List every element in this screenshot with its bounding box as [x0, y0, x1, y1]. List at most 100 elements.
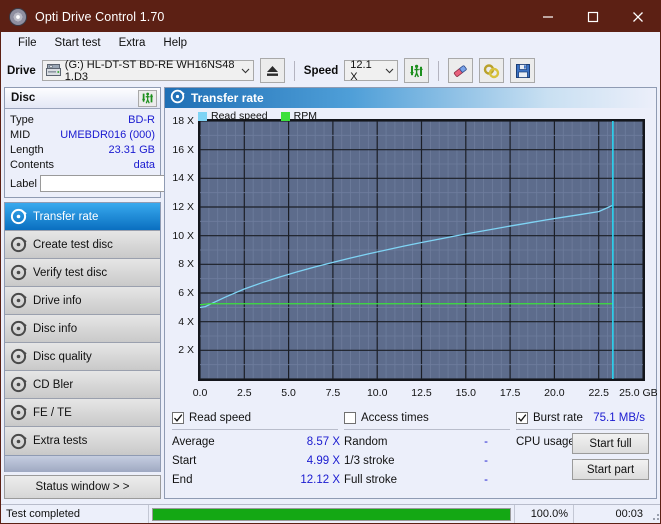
disc-icon: [10, 348, 27, 365]
sidebar-item-drive-info[interactable]: Drive info: [5, 287, 160, 315]
title-bar: Opti Drive Control 1.70: [1, 1, 660, 32]
sidebar-item-label: Transfer rate: [33, 211, 98, 223]
x-tick-label: 2.5: [237, 387, 252, 399]
disc-row-value: BD-R: [128, 114, 155, 126]
elapsed-time: 00:03: [574, 505, 648, 524]
x-tick-label: 12.5: [411, 387, 431, 399]
sidebar-item-fe-te[interactable]: FE / TE: [5, 399, 160, 427]
access-times-checkbox-row[interactable]: Access times: [344, 410, 516, 426]
stat-value: -: [484, 436, 516, 448]
save-button[interactable]: [510, 58, 535, 83]
access-times-checkbox[interactable]: [344, 412, 356, 424]
x-tick-label: 10.0: [367, 387, 387, 399]
stat-key: Random: [344, 436, 387, 448]
right-column: Transfer rate Read speed RPM 2 X4 X6 X8 …: [164, 87, 657, 499]
close-button[interactable]: [615, 1, 660, 32]
menu-item-start-test[interactable]: Start test: [46, 35, 110, 51]
status-window-button[interactable]: Status window > >: [4, 475, 161, 499]
legend-swatch-read-speed: [198, 112, 207, 121]
disc-row-mid: MID UMEBDR016 (000): [10, 127, 155, 142]
stat-key: Start: [172, 455, 196, 467]
sidebar-item-disc-info[interactable]: Disc info: [5, 315, 160, 343]
drive-label: Drive: [7, 65, 36, 77]
sidebar-item-create-test-disc[interactable]: Create test disc: [5, 231, 160, 259]
main-content: Disc Type: [1, 87, 660, 499]
menu-item-file[interactable]: File: [9, 35, 46, 51]
speed-select[interactable]: 12.1 X: [344, 60, 398, 81]
stats-panel: Read speed Average 8.57 X Start 4.99 X: [165, 405, 656, 498]
sidebar-item-disc-quality[interactable]: Disc quality: [5, 343, 160, 371]
chevron-down-icon: [238, 61, 253, 80]
divider: [516, 429, 643, 430]
disc-icon: [10, 264, 27, 281]
sidebar-item-label: Create test disc: [33, 239, 113, 251]
left-column: Disc Type: [4, 87, 161, 499]
menu-item-extra[interactable]: Extra: [110, 35, 155, 51]
x-tick-label: 15.0: [456, 387, 476, 399]
y-tick-label: 4 X: [178, 316, 194, 328]
disc-label-row: Label: [10, 174, 155, 193]
burst-rate-checkbox-row[interactable]: Burst rate 75.1 MB/s: [516, 410, 649, 426]
refresh-button[interactable]: [404, 58, 429, 83]
link-button[interactable]: [479, 58, 504, 83]
disc-panel: Disc Type: [4, 87, 161, 198]
divider: [344, 429, 510, 430]
chart-x-axis: 0.02.55.07.510.012.515.017.520.022.525.0…: [165, 387, 656, 401]
access-times-checkbox-label: Access times: [361, 412, 429, 424]
x-tick-label: 20.0: [544, 387, 564, 399]
legend-label-rpm: RPM: [294, 110, 317, 122]
disc-icon: [10, 404, 27, 421]
disc-refresh-button[interactable]: [138, 90, 157, 107]
disc-row-value: data: [134, 159, 155, 171]
sidebar-item-verify-test-disc[interactable]: Verify test disc: [5, 259, 160, 287]
disc-icon: [10, 320, 27, 337]
resize-grip[interactable]: [648, 505, 661, 524]
chart-svg: [200, 121, 643, 379]
stat-key: 1/3 stroke: [344, 455, 395, 467]
stat-value: 12.12 X: [300, 474, 344, 486]
read-speed-checkbox[interactable]: [172, 412, 184, 424]
start-full-button[interactable]: Start full: [572, 433, 649, 454]
y-tick-label: 10 X: [172, 230, 194, 242]
progress-bar-cell: [149, 505, 514, 524]
sidebar-item-extra-tests[interactable]: Extra tests: [5, 427, 160, 455]
sidebar-item-label: Disc info: [33, 323, 77, 335]
y-tick-label: 8 X: [178, 258, 194, 270]
stat-row-average: Average 8.57 X: [172, 432, 344, 451]
drive-select[interactable]: (G:) HL-DT-ST BD-RE WH16NS48 1.D3: [42, 60, 254, 81]
sidebar-item-transfer-rate[interactable]: Transfer rate: [5, 203, 160, 231]
chart-legend: Read speed RPM: [198, 110, 317, 122]
disc-row-length: Length 23.31 GB: [10, 142, 155, 157]
drive-select-value: (G:) HL-DT-ST BD-RE WH16NS48 1.D3: [65, 59, 238, 83]
disc-panel-header: Disc: [5, 88, 160, 109]
chart-area: Read speed RPM 2 X4 X6 X8 X10 X12 X14 X1…: [165, 108, 656, 405]
sidebar-item-label: CD Bler: [33, 379, 73, 391]
stats-read-speed-column: Read speed Average 8.57 X Start 4.99 X: [172, 410, 344, 489]
sidebar-item-label: Drive info: [33, 295, 82, 307]
app-disc-icon: [9, 8, 27, 26]
stat-key: CPU usage: [516, 436, 575, 448]
stat-row-full-stroke: Full stroke -: [344, 470, 516, 489]
sidebar-item-label: Verify test disc: [33, 267, 107, 279]
minimize-button[interactable]: [525, 1, 570, 32]
sidebar-item-cd-bler[interactable]: CD Bler: [5, 371, 160, 399]
disc-icon: [10, 208, 27, 225]
sidebar-item-label: FE / TE: [33, 407, 72, 419]
disc-row-key: Type: [10, 114, 34, 126]
maximize-button[interactable]: [570, 1, 615, 32]
progress-percent: 100.0%: [514, 505, 574, 524]
disc-panel-title: Disc: [11, 92, 35, 104]
status-message: Test completed: [1, 505, 149, 524]
progress-bar: [152, 508, 511, 521]
sidebar-nav: Transfer rate Create test disc Verify te…: [4, 202, 161, 456]
y-tick-label: 18 X: [172, 115, 194, 127]
erase-button[interactable]: [448, 58, 473, 83]
menu-item-help[interactable]: Help: [154, 35, 196, 51]
drive-icon: [46, 64, 61, 77]
eject-button[interactable]: [260, 58, 285, 83]
read-speed-checkbox-row[interactable]: Read speed: [172, 410, 344, 426]
burst-rate-checkbox[interactable]: [516, 412, 528, 424]
start-part-button[interactable]: Start part: [572, 459, 649, 480]
x-tick-label: 0.0: [193, 387, 208, 399]
disc-row-value: 23.31 GB: [109, 144, 155, 156]
